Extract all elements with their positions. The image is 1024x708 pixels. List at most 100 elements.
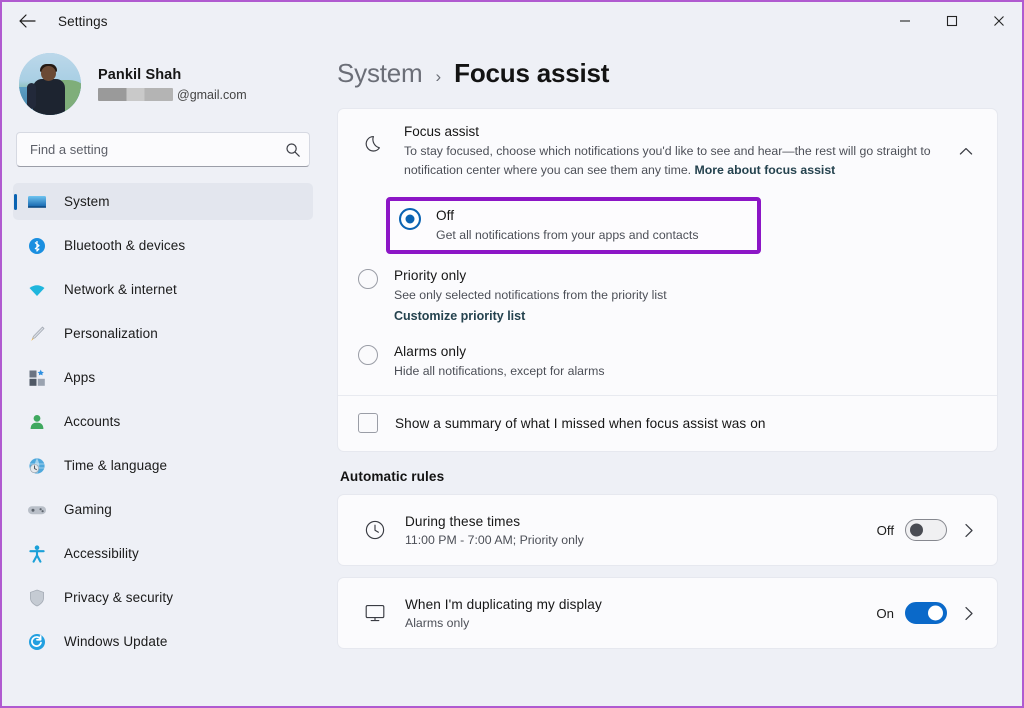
rule-row[interactable]: During these times 11:00 PM - 7:00 AM; P… bbox=[338, 495, 997, 565]
gamepad-icon bbox=[26, 499, 48, 521]
title-bar: Settings bbox=[2, 2, 1022, 40]
sidebar-item-apps[interactable]: Apps bbox=[13, 359, 313, 396]
collapse-chevron-up-icon[interactable] bbox=[951, 137, 981, 167]
sidebar-item-system[interactable]: System bbox=[13, 183, 313, 220]
chevron-right-icon[interactable] bbox=[954, 523, 984, 538]
breadcrumb-separator-icon: › bbox=[435, 67, 442, 86]
focus-option-off[interactable]: Off Get all notifications from your apps… bbox=[386, 197, 761, 255]
customize-priority-list-link[interactable]: Customize priority list bbox=[394, 309, 525, 323]
search-icon[interactable] bbox=[285, 132, 301, 167]
search-input[interactable] bbox=[16, 132, 310, 167]
person-icon bbox=[26, 411, 48, 433]
sidebar-item-label: Accounts bbox=[64, 414, 121, 429]
sidebar-item-time-language[interactable]: Time & language bbox=[13, 447, 313, 484]
sidebar-item-label: Time & language bbox=[64, 458, 168, 473]
sidebar-item-gaming[interactable]: Gaming bbox=[13, 491, 313, 528]
paintbrush-icon bbox=[26, 323, 48, 345]
rule-card-during-these-times: During these times 11:00 PM - 7:00 AM; P… bbox=[337, 494, 998, 567]
focus-option-sub: Get all notifications from your apps and… bbox=[436, 228, 699, 243]
sidebar-item-label: Accessibility bbox=[64, 546, 139, 561]
maximize-icon bbox=[946, 15, 957, 27]
breadcrumb: System › Focus assist bbox=[337, 40, 998, 108]
radio-off[interactable] bbox=[398, 207, 422, 231]
close-icon bbox=[993, 16, 1004, 26]
focus-option-priority-only[interactable]: Priority only See only selected notifica… bbox=[338, 258, 997, 334]
radio-alarms-only[interactable] bbox=[358, 345, 378, 366]
moon-icon bbox=[358, 124, 392, 156]
sidebar-item-label: Apps bbox=[64, 370, 96, 385]
rule-state-label: Off bbox=[876, 522, 894, 538]
back-button[interactable] bbox=[10, 6, 44, 36]
rule-sub: 11:00 PM - 7:00 AM; Priority only bbox=[405, 532, 584, 547]
summary-checkbox-label: Show a summary of what I missed when foc… bbox=[395, 415, 766, 431]
search-container bbox=[16, 132, 310, 167]
close-button[interactable] bbox=[975, 2, 1022, 40]
focus-option-sub: Hide all notifications, except for alarm… bbox=[394, 364, 605, 379]
minimize-icon bbox=[899, 20, 910, 22]
focus-assist-title: Focus assist bbox=[404, 124, 480, 139]
wifi-icon bbox=[26, 279, 48, 301]
profile-email-suffix: @gmail.com bbox=[177, 87, 247, 102]
sidebar-item-privacy-security[interactable]: Privacy & security bbox=[13, 579, 313, 616]
user-profile[interactable]: Pankil Shah @gmail.com bbox=[13, 40, 313, 131]
focus-option-label: Alarms only bbox=[394, 344, 467, 360]
chevron-right-icon[interactable] bbox=[954, 606, 984, 621]
summary-checkbox-row[interactable]: Show a summary of what I missed when foc… bbox=[338, 396, 997, 451]
sidebar-item-label: Network & internet bbox=[64, 282, 177, 297]
shield-icon bbox=[26, 587, 48, 609]
apps-icon bbox=[26, 367, 48, 389]
rule-toggle[interactable] bbox=[905, 519, 947, 542]
more-about-focus-assist-link[interactable]: More about focus assist bbox=[695, 163, 836, 177]
rule-row[interactable]: When I'm duplicating my display Alarms o… bbox=[338, 578, 997, 648]
sidebar-nav: System Bluetooth & devices Network & int… bbox=[13, 183, 313, 706]
profile-email-row: @gmail.com bbox=[98, 88, 247, 102]
page-title: Focus assist bbox=[454, 58, 610, 88]
globe-clock-icon bbox=[26, 455, 48, 477]
focus-mode-options: Off Get all notifications from your apps… bbox=[338, 197, 997, 387]
breadcrumb-parent[interactable]: System bbox=[337, 58, 423, 89]
bluetooth-icon bbox=[26, 235, 48, 257]
rule-toggle[interactable] bbox=[905, 602, 947, 625]
sidebar-item-label: Bluetooth & devices bbox=[64, 238, 186, 253]
window-controls bbox=[881, 2, 1022, 40]
sidebar-item-label: Privacy & security bbox=[64, 590, 174, 605]
avatar bbox=[19, 53, 81, 115]
maximize-button[interactable] bbox=[928, 2, 975, 40]
focus-assist-description-text: To stay focused, choose which notificati… bbox=[404, 144, 931, 178]
focus-option-label: Priority only bbox=[394, 268, 467, 284]
sidebar-item-bluetooth-devices[interactable]: Bluetooth & devices bbox=[13, 227, 313, 264]
clock-icon bbox=[358, 519, 392, 541]
window-title: Settings bbox=[58, 13, 108, 29]
focus-assist-card: Focus assist To stay focused, choose whi… bbox=[337, 108, 998, 453]
focus-option-label: Off bbox=[436, 208, 455, 224]
automatic-rules-heading: Automatic rules bbox=[340, 469, 445, 485]
sidebar-item-label: Personalization bbox=[64, 326, 158, 341]
sidebar-item-accounts[interactable]: Accounts bbox=[13, 403, 313, 440]
sidebar-item-accessibility[interactable]: Accessibility bbox=[13, 535, 313, 572]
focus-option-sub: See only selected notifications from the… bbox=[394, 288, 667, 303]
redacted-email-block bbox=[98, 88, 173, 101]
focus-assist-header: Focus assist To stay focused, choose whi… bbox=[338, 109, 997, 195]
profile-name: Pankil Shah bbox=[98, 66, 182, 83]
radio-priority-only[interactable] bbox=[358, 269, 378, 290]
rule-sub: Alarms only bbox=[405, 615, 470, 630]
sidebar-item-label: Gaming bbox=[64, 502, 112, 517]
sidebar-item-label: Windows Update bbox=[64, 634, 168, 649]
minimize-button[interactable] bbox=[881, 2, 928, 40]
rule-state-label: On bbox=[876, 605, 894, 621]
summary-checkbox[interactable] bbox=[358, 413, 378, 434]
focus-option-alarms-only[interactable]: Alarms only Hide all notifications, exce… bbox=[338, 334, 997, 387]
sidebar-item-personalization[interactable]: Personalization bbox=[13, 315, 313, 352]
arrow-left-icon bbox=[18, 14, 36, 28]
focus-assist-description: To stay focused, choose which notificati… bbox=[404, 142, 943, 180]
rule-title: During these times bbox=[405, 513, 521, 529]
main-content: System › Focus assist Focus assist To st… bbox=[324, 40, 1022, 706]
rule-card-duplicating-display: When I'm duplicating my display Alarms o… bbox=[337, 577, 998, 650]
rule-title: When I'm duplicating my display bbox=[405, 596, 602, 612]
monitor-icon bbox=[358, 603, 392, 623]
sidebar-item-windows-update[interactable]: Windows Update bbox=[13, 623, 313, 660]
monitor-icon bbox=[26, 191, 48, 213]
update-icon bbox=[26, 631, 48, 653]
sidebar-item-network-internet[interactable]: Network & internet bbox=[13, 271, 313, 308]
accessibility-icon bbox=[26, 543, 48, 565]
